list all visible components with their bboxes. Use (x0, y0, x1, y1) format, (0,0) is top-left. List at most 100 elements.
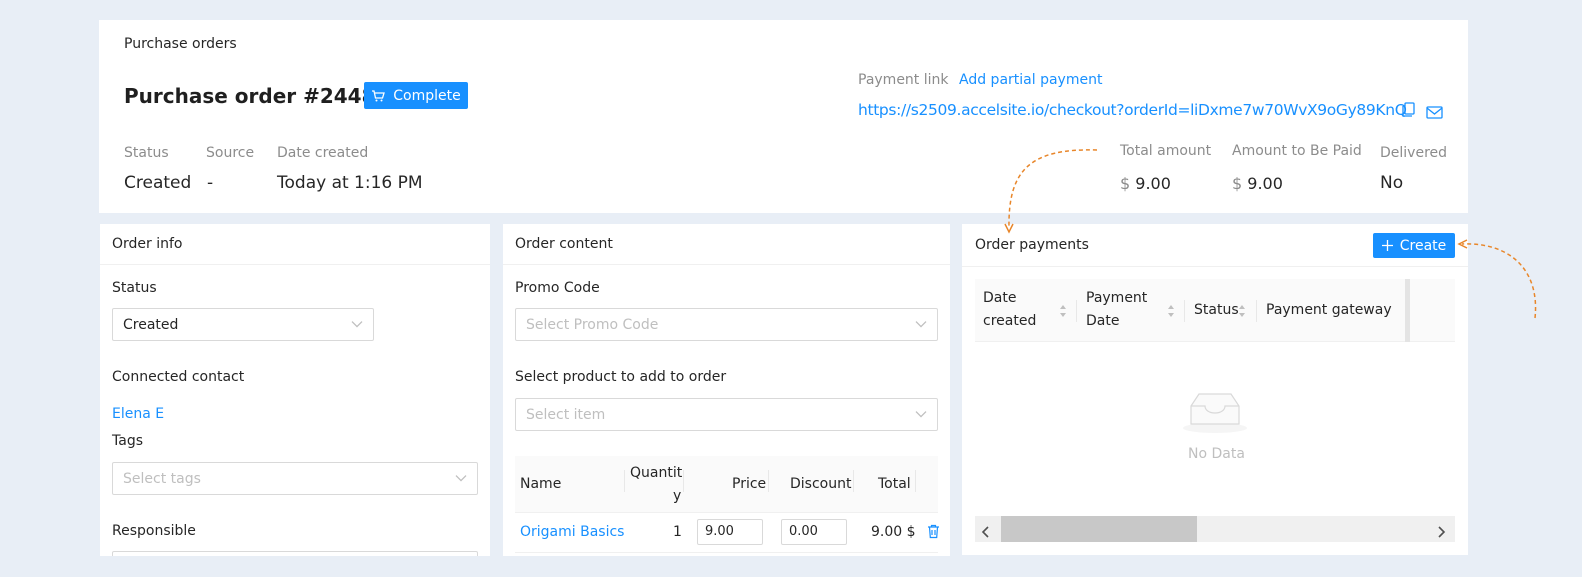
add-partial-payment-link[interactable]: Add partial payment (959, 72, 1102, 88)
status-select-value: Created (123, 316, 179, 333)
column-discount-header: Discount (790, 476, 852, 492)
column-divider (1184, 300, 1185, 322)
column-payment-date-header-wrap: Date (1086, 313, 1120, 329)
product-select-label: Select product to add to order (515, 369, 727, 385)
horizontal-scrollbar[interactable] (975, 516, 1455, 542)
product-total: 9.00 $ (871, 524, 916, 540)
order-content-card: Order content Promo Code Select Promo Co… (503, 224, 950, 556)
fixed-column-shadow (1405, 279, 1410, 342)
tags-label: Tags (112, 433, 143, 449)
cart-icon (371, 89, 386, 103)
tags-placeholder: Select tags (123, 470, 201, 487)
amount-to-pay-currency: $ (1232, 174, 1243, 193)
create-button-label: Create (1399, 237, 1447, 254)
scrollbar-thumb[interactable] (1001, 516, 1197, 542)
column-price-header: Price (732, 476, 767, 492)
column-divider (683, 470, 684, 492)
complete-button-label: Complete (393, 87, 461, 104)
product-name-link[interactable]: Origami Basics (520, 524, 624, 540)
column-total-header: Total (878, 476, 911, 492)
column-divider (1076, 300, 1077, 322)
column-quantity-header-wrap: y (673, 488, 682, 504)
total-amount-number: 9.00 (1135, 174, 1171, 193)
delivered-label: Delivered (1380, 145, 1448, 161)
meta-date-label: Date created (277, 145, 369, 161)
sort-icon[interactable] (1238, 304, 1246, 318)
promo-code-label: Promo Code (515, 280, 600, 296)
chevron-down-icon (351, 320, 363, 328)
order-payments-title: Order payments (975, 237, 1089, 253)
payment-url-link[interactable]: https://s2509.accelsite.io/checkout?orde… (858, 101, 1407, 119)
column-divider (1256, 300, 1257, 322)
total-amount-currency: $ (1120, 174, 1131, 193)
mail-icon[interactable] (1426, 104, 1443, 123)
product-placeholder: Select item (526, 406, 606, 423)
column-status-header[interactable]: Status (1194, 302, 1239, 318)
order-payments-card: Order payments Create Date created Payme… (962, 224, 1468, 555)
meta-source-label: Source (206, 145, 255, 161)
promo-code-select[interactable]: Select Promo Code (515, 308, 938, 341)
order-content-title: Order content (515, 236, 613, 252)
column-payment-date-header[interactable]: Payment (1086, 290, 1147, 306)
order-info-card: Order info Status Created Connected cont… (100, 224, 490, 556)
empty-box-icon (1181, 390, 1249, 438)
meta-status-value: Created (124, 173, 192, 193)
column-quantity-header: Quantit (630, 465, 683, 481)
connected-contact-label: Connected contact (112, 369, 245, 385)
amount-to-pay-value: $ 9.00 (1232, 174, 1283, 193)
create-payment-button[interactable]: Create (1373, 233, 1455, 258)
plus-icon (1381, 240, 1393, 251)
product-select[interactable]: Select item (515, 398, 938, 431)
column-divider (853, 470, 854, 492)
order-content-divider (503, 264, 950, 265)
column-date-created-header[interactable]: Date (983, 290, 1016, 306)
contact-link[interactable]: Elena E (112, 406, 164, 422)
chevron-down-icon (915, 410, 927, 418)
scroll-left-icon[interactable] (981, 523, 989, 542)
delivered-value: No (1380, 173, 1404, 193)
empty-text: No Data (1188, 446, 1245, 462)
column-divider (768, 470, 769, 492)
table-row: Origami Basics 1 9.00 0.00 9.00 $ (515, 513, 940, 553)
order-info-title: Order info (112, 236, 183, 252)
meta-date-value: Today at 1:16 PM (277, 173, 423, 193)
amount-to-pay-number: 9.00 (1247, 174, 1283, 193)
complete-button[interactable]: Complete (364, 82, 468, 109)
column-date-created-header-wrap: created (983, 313, 1037, 329)
responsible-select[interactable] (112, 551, 478, 556)
column-divider (624, 470, 625, 492)
tags-select[interactable]: Select tags (112, 462, 478, 495)
status-label: Status (112, 280, 157, 296)
meta-source-value: - (207, 173, 214, 193)
amount-to-pay-label: Amount to Be Paid (1232, 143, 1362, 159)
discount-input[interactable]: 0.00 (781, 519, 847, 545)
order-header-card: Purchase orders Purchase order #244817 C… (99, 20, 1468, 213)
promo-code-placeholder: Select Promo Code (526, 316, 659, 333)
products-table-header (515, 456, 938, 513)
price-input-value: 9.00 (705, 524, 734, 539)
breadcrumb[interactable]: Purchase orders (124, 36, 237, 52)
total-amount-value: $ 9.00 (1120, 174, 1171, 193)
column-gateway-header: Payment gateway (1266, 302, 1392, 318)
chevron-down-icon (915, 320, 927, 328)
copy-icon[interactable] (1401, 102, 1416, 122)
column-name-header: Name (520, 476, 562, 492)
page-title: Purchase order #244817 (124, 84, 404, 108)
status-select[interactable]: Created (112, 308, 374, 341)
column-divider (915, 470, 916, 492)
order-payments-divider (962, 266, 1468, 267)
chevron-down-icon (455, 474, 467, 482)
sort-icon[interactable] (1059, 304, 1067, 318)
payment-link-label: Payment link (858, 72, 949, 88)
discount-input-value: 0.00 (789, 524, 818, 539)
scroll-right-icon[interactable] (1438, 523, 1446, 542)
responsible-label: Responsible (112, 523, 196, 539)
meta-status-label: Status (124, 145, 169, 161)
order-info-divider (100, 264, 490, 265)
total-amount-label: Total amount (1120, 143, 1212, 159)
trash-icon[interactable] (927, 524, 940, 543)
price-input[interactable]: 9.00 (697, 519, 763, 545)
sort-icon[interactable] (1167, 304, 1175, 318)
product-quantity: 1 (673, 524, 682, 540)
annotation-arrow-to-create (1461, 243, 1537, 319)
